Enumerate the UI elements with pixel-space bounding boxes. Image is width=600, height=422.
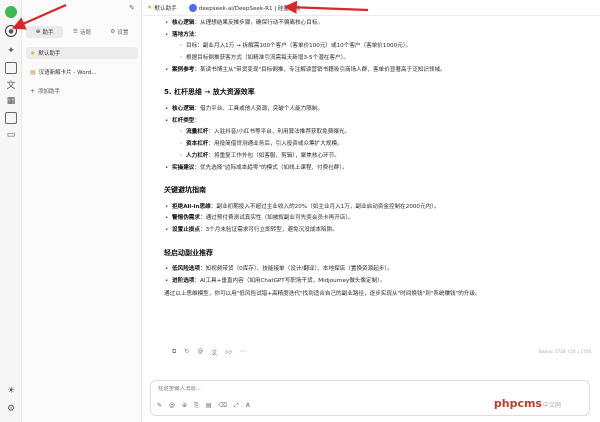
annotation-arrows: [11, 0, 369, 30]
arrow-to-chat-icon: [11, 3, 67, 30]
arrow-to-model-selector: [283, 0, 369, 14]
app-window: ● ✦ 文 ▦ ▭ ☀ ⚙ ⊕ 助手 ☰ 话题 ⚙ 设置 ★ 默认助手 ▤ 汉语…: [0, 0, 600, 422]
